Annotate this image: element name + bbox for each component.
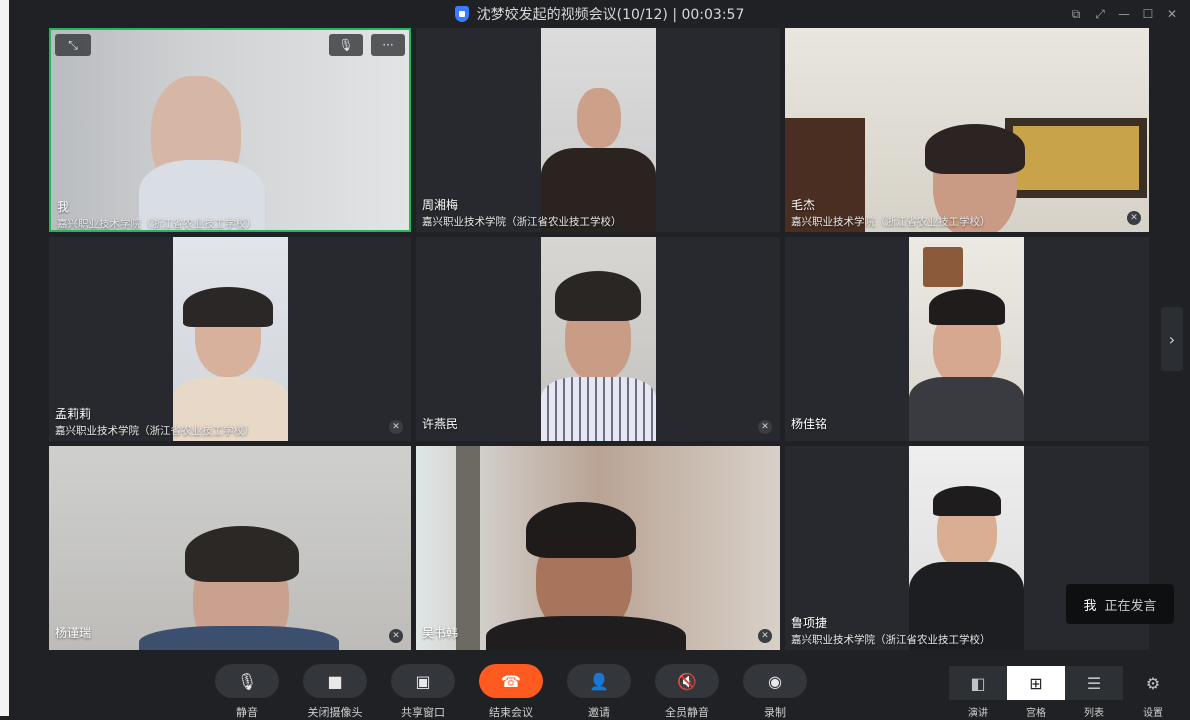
fullscreen-icon[interactable]: ⤢ <box>1094 7 1106 22</box>
list-view-label: 列表 <box>1084 708 1104 719</box>
shield-icon <box>454 6 469 22</box>
video-tile[interactable]: 杨谨瑞 ✕ <box>49 446 411 650</box>
participant-org: 嘉兴职业技术学院（浙江省农业技工学校） <box>422 216 622 228</box>
video-feed <box>173 237 288 441</box>
participant-org: 嘉兴职业技术学院（浙江省农业技工学校） <box>791 634 991 646</box>
title-bar: 沈梦姣发起的视频会议(10/12) | 00:03:57 ⧉ ⤢ — ☐ ✕ <box>9 0 1190 28</box>
gear-icon: ⚙ <box>1145 673 1161 693</box>
video-feed <box>51 30 409 230</box>
mic-muted-icon: ✕ <box>1127 211 1141 225</box>
minimize-icon[interactable]: — <box>1118 7 1130 21</box>
add-user-icon: 👤 <box>589 671 609 691</box>
grid-view-label: 宫格 <box>1026 708 1046 719</box>
speaker-view-button[interactable]: ◧ <box>949 666 1007 700</box>
maximize-icon[interactable]: ☐ <box>1142 7 1154 21</box>
video-tile[interactable]: 毛杰 嘉兴职业技术学院（浙江省农业技工学校） ✕ <box>785 28 1149 232</box>
meeting-title: 沈梦姣发起的视频会议(10/12) | 00:03:57 <box>9 0 1190 28</box>
end-meeting-label: 结束会议 <box>489 706 533 719</box>
video-grid: ⤡ 🎙 ··· 我 嘉兴职业技术学院（浙江省农业技工学校） 周湘梅 嘉兴职业技术… <box>9 28 1190 650</box>
participant-name: 孟莉莉 <box>55 407 92 421</box>
settings-label: 设置 <box>1143 708 1163 719</box>
participant-org: 嘉兴职业技术学院（浙江省农业技工学校） <box>55 425 255 437</box>
more-button[interactable]: ··· <box>371 34 405 56</box>
meeting-toolbar: 🎙 静音 ■ 关闭摄像头 ▣ 共享窗口 ☎ 结束会议 👤 邀请 🔇 全员静音 ◉… <box>9 650 1190 719</box>
participant-name: 吴书韩 <box>422 626 459 640</box>
list-layout-icon: ☰ <box>1086 673 1102 693</box>
mute-all-button[interactable]: 🔇 <box>655 664 719 698</box>
next-page-button[interactable]: › <box>1161 307 1183 371</box>
share-window-label: 共享窗口 <box>401 706 445 719</box>
window-controls: ⧉ ⤢ — ☐ ✕ <box>1070 0 1178 28</box>
grid-view-button[interactable]: ⊞ <box>1007 666 1065 700</box>
video-feed <box>541 237 656 441</box>
camera-off-label: 关闭摄像头 <box>307 706 363 719</box>
share-screen-icon: ▣ <box>415 671 431 691</box>
hang-up-icon: ☎ <box>501 671 521 691</box>
video-feed <box>909 446 1024 650</box>
grid-layout-icon: ⊞ <box>1029 673 1043 693</box>
video-feed <box>909 237 1024 441</box>
speaker-name: 我 <box>1083 598 1097 614</box>
participant-name: 我 <box>57 200 70 214</box>
video-tile[interactable]: 周湘梅 嘉兴职业技术学院（浙江省农业技工学校） <box>416 28 780 232</box>
participant-org: 嘉兴职业技术学院（浙江省农业技工学校） <box>57 218 257 230</box>
video-feed <box>541 28 656 232</box>
desktop-edge <box>0 0 9 716</box>
participant-name: 许燕民 <box>422 417 459 431</box>
video-feed <box>49 446 411 650</box>
participant-name: 杨谨瑞 <box>55 626 92 640</box>
participant-name: 杨佳铭 <box>791 417 828 431</box>
participant-org: 嘉兴职业技术学院（浙江省农业技工学校） <box>791 216 991 228</box>
participant-name: 鲁项捷 <box>791 616 828 630</box>
mic-muted-icon: ✕ <box>389 629 403 643</box>
expand-button[interactable]: ⤡ <box>55 34 91 56</box>
close-icon[interactable]: ✕ <box>1166 7 1178 21</box>
mic-muted-icon: ✕ <box>758 420 772 434</box>
mic-button[interactable]: 🎙 <box>329 34 363 56</box>
record-icon: ◉ <box>768 671 782 691</box>
speaker-view-label: 演讲 <box>968 708 988 719</box>
mic-muted-icon: ✕ <box>389 420 403 434</box>
mute-button[interactable]: 🎙 <box>215 664 279 698</box>
participant-name: 周湘梅 <box>422 198 459 212</box>
share-window-button[interactable]: ▣ <box>391 664 455 698</box>
record-label: 录制 <box>764 706 786 719</box>
mute-all-icon: 🔇 <box>677 671 697 691</box>
mic-muted-icon: ✕ <box>758 629 772 643</box>
list-view-button[interactable]: ☰ <box>1065 666 1123 700</box>
video-tile[interactable]: 许燕民 ✕ <box>416 237 780 441</box>
camera-icon: ■ <box>327 671 343 691</box>
video-feed <box>785 28 1149 232</box>
invite-button[interactable]: 👤 <box>567 664 631 698</box>
video-feed <box>416 446 780 650</box>
video-tile[interactable]: 吴书韩 ✕ <box>416 446 780 650</box>
settings-button[interactable]: ⚙ <box>1129 666 1177 700</box>
speaking-indicator: 我 正在发言 <box>1066 584 1174 624</box>
camera-off-button[interactable]: ■ <box>303 664 367 698</box>
speaker-layout-icon: ◧ <box>970 673 986 693</box>
meeting-title-text: 沈梦姣发起的视频会议(10/12) | 00:03:57 <box>476 7 745 23</box>
record-button[interactable]: ◉ <box>743 664 807 698</box>
end-meeting-button[interactable]: ☎ <box>479 664 543 698</box>
microphone-icon: 🎙 <box>236 671 258 691</box>
invite-label: 邀请 <box>588 706 610 719</box>
popout-icon[interactable]: ⧉ <box>1070 7 1082 22</box>
mute-label: 静音 <box>236 706 258 719</box>
speaking-text: 正在发言 <box>1104 598 1157 614</box>
mute-all-label: 全员静音 <box>665 706 709 719</box>
video-tile[interactable]: ⤡ 🎙 ··· 我 嘉兴职业技术学院（浙江省农业技工学校） <box>49 28 411 232</box>
participant-name: 毛杰 <box>791 198 816 212</box>
video-tile[interactable]: 杨佳铭 <box>785 237 1149 441</box>
video-tile[interactable]: 孟莉莉 嘉兴职业技术学院（浙江省农业技工学校） ✕ <box>49 237 411 441</box>
